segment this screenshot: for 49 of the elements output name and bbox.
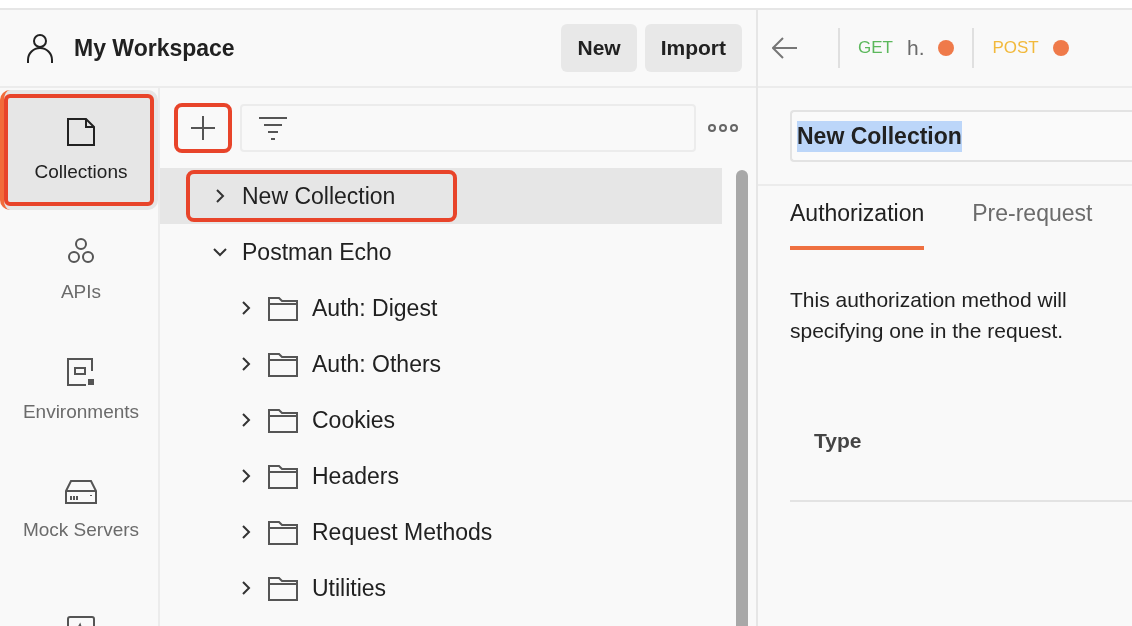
new-button[interactable]: New [561,24,637,72]
authorization-description: This authorization method will specifying one in the request. [790,287,1068,344]
scrollbar-thumb[interactable] [736,170,748,626]
folder-name: Request Methods [312,518,493,546]
filter-icon [258,116,288,140]
workspace-title: My Workspace [74,34,236,62]
request-name: h. [906,36,925,60]
plus-icon [190,115,216,141]
environment-icon [66,357,96,387]
back-arrow-icon[interactable] [772,37,798,59]
tree-row[interactable]: Request Methods [160,504,722,560]
type-label: Type [814,429,862,453]
collection-icon [66,117,96,147]
sidebar-item[interactable]: Environments [0,330,158,450]
folder-name: Utilities [312,574,387,602]
method-label: POST [992,38,1039,58]
folder-icon [268,295,298,321]
tree-row[interactable]: New Collection [160,168,722,224]
sidebar-item[interactable]: APIs [0,210,158,330]
filter-field[interactable] [240,104,696,152]
more-icon [708,123,738,133]
server-icon [65,479,97,505]
folder-icon [268,407,298,433]
tree-row[interactable]: Auth: Digest [160,280,722,336]
editor-tab[interactable]: Authorization [790,200,925,250]
tree-row[interactable]: Postman Echo [160,224,722,280]
collection-name: New Collection [242,182,396,210]
tree-row[interactable]: Utilities [160,560,722,616]
method-label: GET [858,38,893,58]
folder-name: Headers [312,462,399,490]
import-button[interactable]: Import [644,24,742,72]
folder-name: Cookies [312,406,396,434]
editor-tab[interactable]: Pre-request [972,200,1093,250]
sidebar-item[interactable]: Collections [0,90,158,210]
request-tab[interactable]: GET h. [838,28,973,68]
user-icon [26,33,54,63]
collection-name: Postman Echo [242,238,392,266]
folder-name: Auth: Digest [312,294,438,322]
collection-name-field[interactable]: New Collection [790,110,1132,162]
tree-row[interactable]: Auth: Others [160,336,722,392]
folder-name: Auth: Others [312,350,442,378]
folder-icon [268,351,298,377]
folder-icon [268,575,298,601]
folder-icon [268,519,298,545]
folder-icon [268,463,298,489]
tree-row[interactable]: Cookies [160,392,722,448]
add-button[interactable] [174,103,232,153]
sidebar-item[interactable]: Mock Servers [0,450,158,570]
tree-row[interactable]: Headers [160,448,722,504]
